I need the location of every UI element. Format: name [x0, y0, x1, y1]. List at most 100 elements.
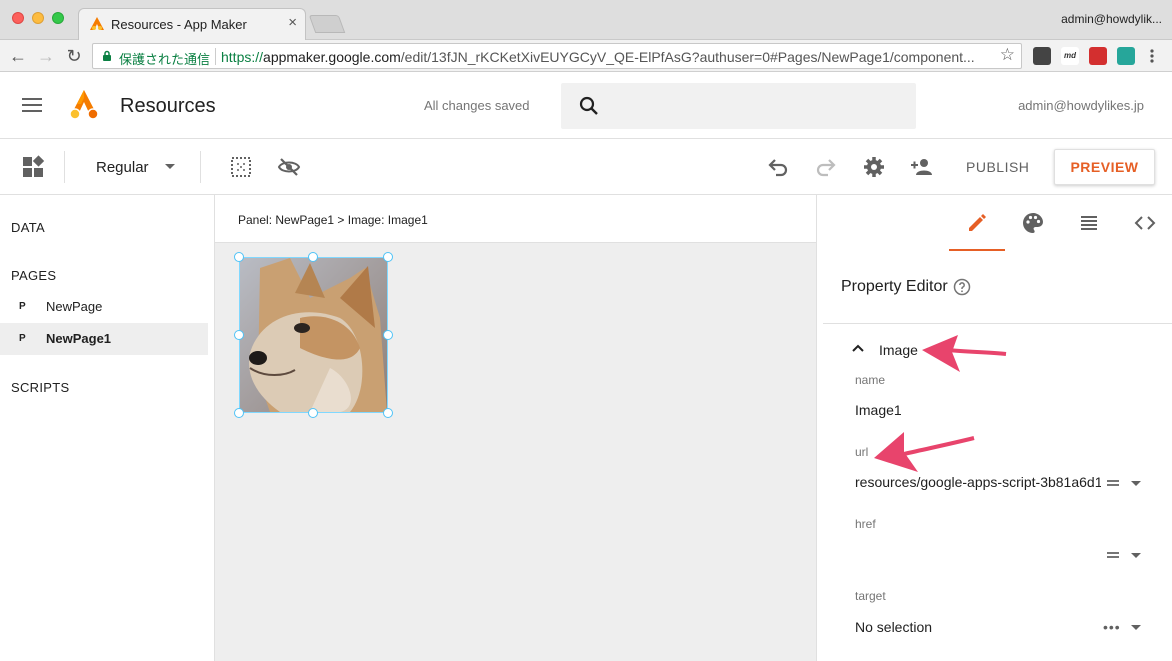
markdown-extension-icon[interactable]: md	[1061, 47, 1079, 65]
palette-icon	[1023, 213, 1043, 233]
app-title: Resources	[120, 95, 216, 117]
chevron-down-icon[interactable]	[1131, 625, 1141, 630]
chevron-up-icon[interactable]	[851, 341, 865, 355]
url-path: /edit/13fJN_rKCKetXivEUYGCyV_QE-ElPfAsG?…	[400, 49, 975, 65]
maximize-window-button[interactable]	[52, 12, 64, 24]
browser-titlebar: Resources - App Maker × admin@howdylik..…	[0, 0, 1172, 40]
widgets-icon[interactable]	[21, 155, 45, 179]
preview-button[interactable]: PREVIEW	[1054, 149, 1155, 185]
browser-profile-name[interactable]: admin@howdylik...	[1061, 12, 1162, 26]
sidebar-section-scripts[interactable]: SCRIPTS	[11, 380, 69, 395]
list-icon	[1081, 216, 1097, 230]
tab-close-icon[interactable]: ×	[288, 14, 297, 31]
breadcrumb-bar: Panel: NewPage1 > Image: Image1	[215, 195, 816, 243]
menu-icon[interactable]	[22, 98, 42, 114]
resize-handle[interactable]	[308, 408, 318, 418]
settings-gear-icon[interactable]	[862, 155, 886, 179]
resize-handle[interactable]	[308, 252, 318, 262]
page-badge: P	[19, 301, 26, 312]
forward-arrow-icon[interactable]: →	[34, 44, 58, 68]
app-header: Resources All changes saved admin@howdyl…	[0, 73, 1172, 139]
name-label: name	[855, 373, 886, 387]
save-status: All changes saved	[424, 98, 530, 113]
binding-icon[interactable]	[1107, 480, 1119, 488]
device-select[interactable]: Regular	[96, 159, 149, 176]
name-field[interactable]: Image1	[855, 402, 902, 418]
resize-handle[interactable]	[383, 330, 393, 340]
url-field[interactable]: resources/google-apps-script-3b81a6d1	[855, 474, 1101, 490]
sidebar-section-data[interactable]: DATA	[11, 220, 45, 235]
address-separator	[215, 48, 216, 65]
user-email[interactable]: admin@howdylikes.jp	[1018, 98, 1144, 113]
app-maker-favicon-icon	[90, 17, 104, 30]
page-badge: P	[19, 333, 26, 344]
property-tabs	[817, 195, 1172, 251]
resize-handle[interactable]	[234, 252, 244, 262]
chevron-down-icon[interactable]	[165, 164, 175, 169]
chevron-down-icon[interactable]	[1131, 553, 1141, 558]
binding-icon[interactable]	[1107, 552, 1119, 560]
pencil-icon	[969, 214, 986, 231]
chevron-down-icon[interactable]	[1131, 481, 1141, 486]
url-scheme: https://	[221, 49, 264, 65]
sidebar-section-pages[interactable]: PAGES	[11, 268, 56, 283]
grid-icon[interactable]	[229, 155, 253, 179]
url-label: url	[855, 445, 869, 459]
target-label: target	[855, 589, 886, 603]
teal-extension-icon[interactable]	[1117, 47, 1135, 65]
red-extension-icon[interactable]	[1089, 47, 1107, 65]
resize-handle[interactable]	[383, 252, 393, 262]
code-icon	[1134, 216, 1156, 230]
sidebar-item-newpage[interactable]: P NewPage	[0, 291, 208, 323]
breadcrumb[interactable]: Panel: NewPage1 > Image: Image1	[238, 213, 428, 227]
app-maker-logo-icon	[69, 90, 99, 120]
undo-icon[interactable]	[766, 155, 790, 179]
browser-toolbar: ← → ↻ 保護された通信 https://appmaker.google.co…	[0, 40, 1172, 72]
property-editor-title: Property Editor	[841, 278, 948, 295]
browser-tab[interactable]: Resources - App Maker ×	[78, 8, 306, 40]
dog-image	[240, 258, 387, 412]
reload-icon[interactable]: ↻	[62, 44, 86, 68]
href-label: href	[855, 517, 876, 531]
tab-code[interactable]	[1117, 195, 1172, 251]
minimize-window-button[interactable]	[32, 12, 44, 24]
annotation-arrow-icon	[874, 432, 975, 472]
help-icon[interactable]	[953, 278, 971, 296]
image-widget[interactable]	[234, 252, 393, 418]
tab-style[interactable]	[1005, 195, 1061, 251]
url-host: appmaker.google.com	[263, 49, 401, 65]
film-extension-icon[interactable]	[1033, 47, 1051, 65]
visibility-off-icon[interactable]	[277, 155, 301, 179]
close-window-button[interactable]	[12, 12, 24, 24]
redo-icon[interactable]	[814, 155, 838, 179]
annotation-arrow-icon	[922, 335, 1007, 372]
url-text: https://appmaker.google.com/edit/13fJN_r…	[221, 49, 981, 65]
resize-handle[interactable]	[234, 330, 244, 340]
more-options-icon[interactable]: •••	[1103, 619, 1121, 635]
address-bar[interactable]: 保護された通信 https://appmaker.google.com/edit…	[92, 43, 1022, 69]
back-arrow-icon[interactable]: ←	[6, 44, 30, 68]
tab-properties[interactable]	[949, 195, 1005, 251]
sidebar-item-label: NewPage1	[46, 331, 112, 346]
bookmark-star-icon[interactable]: ☆	[1000, 45, 1015, 65]
tab-title: Resources - App Maker	[111, 17, 247, 32]
add-person-icon[interactable]	[910, 155, 934, 179]
tab-outline[interactable]	[1061, 195, 1117, 251]
toolbar-divider	[200, 151, 201, 183]
browser-menu-icon[interactable]	[1150, 49, 1154, 63]
new-tab-button[interactable]	[308, 15, 346, 33]
resize-handle[interactable]	[383, 408, 393, 418]
secure-connection-label: 保護された通信	[119, 52, 211, 67]
sidebar-item-label: NewPage	[46, 299, 103, 314]
toolbar-divider	[64, 151, 65, 183]
publish-button[interactable]: PUBLISH	[966, 159, 1029, 175]
resize-handle[interactable]	[234, 408, 244, 418]
sidebar-item-newpage1[interactable]: P NewPage1	[0, 323, 208, 355]
sidebar: DATA PAGES P NewPage P NewPage1 SCRIPTS	[0, 195, 215, 661]
design-canvas[interactable]: Panel: NewPage1 > Image: Image1	[215, 195, 816, 661]
search-input[interactable]	[561, 83, 916, 129]
search-icon	[579, 96, 598, 115]
target-field[interactable]: No selection	[855, 619, 932, 635]
section-title-image[interactable]: Image	[879, 342, 918, 358]
lock-icon	[103, 50, 111, 61]
